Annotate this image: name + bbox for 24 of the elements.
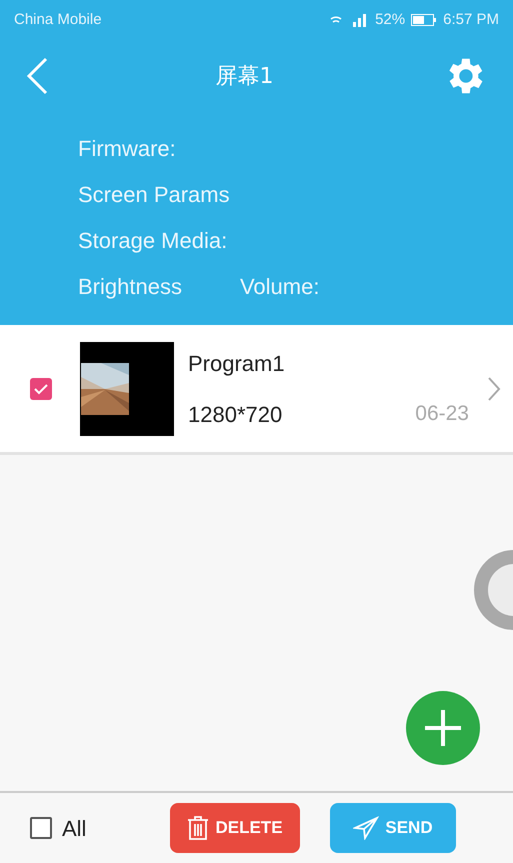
clock-text: 6:57 PM <box>443 10 499 30</box>
select-all-checkbox[interactable] <box>30 817 52 839</box>
info-label: Brightness <box>78 273 182 301</box>
plus-icon <box>423 708 463 748</box>
battery-icon <box>411 14 438 26</box>
trash-icon <box>187 815 210 841</box>
carrier-text: China Mobile <box>14 10 102 30</box>
program-date: 06-23 <box>415 401 469 428</box>
program-row[interactable]: Program1 1280*720 06-23 <box>0 325 513 455</box>
delete-button[interactable]: DELETE <box>170 803 300 853</box>
chevron-icon <box>487 376 501 402</box>
program-resolution: 1280*720 <box>188 400 282 428</box>
send-icon <box>353 816 380 840</box>
info-label: Storage Media: <box>78 227 228 255</box>
info-label: Volume: <box>240 273 320 301</box>
back-button[interactable] <box>26 57 48 95</box>
info-label: Screen Params <box>78 181 231 209</box>
battery-text: 52% <box>375 10 406 30</box>
screen-title: 屏幕1 <box>216 62 274 90</box>
program-name: Program1 <box>188 350 286 378</box>
info-label: Firmware: <box>78 135 177 163</box>
select-all-label: All <box>62 814 86 842</box>
send-button[interactable]: SEND <box>330 803 456 853</box>
checkbox[interactable] <box>30 378 52 400</box>
